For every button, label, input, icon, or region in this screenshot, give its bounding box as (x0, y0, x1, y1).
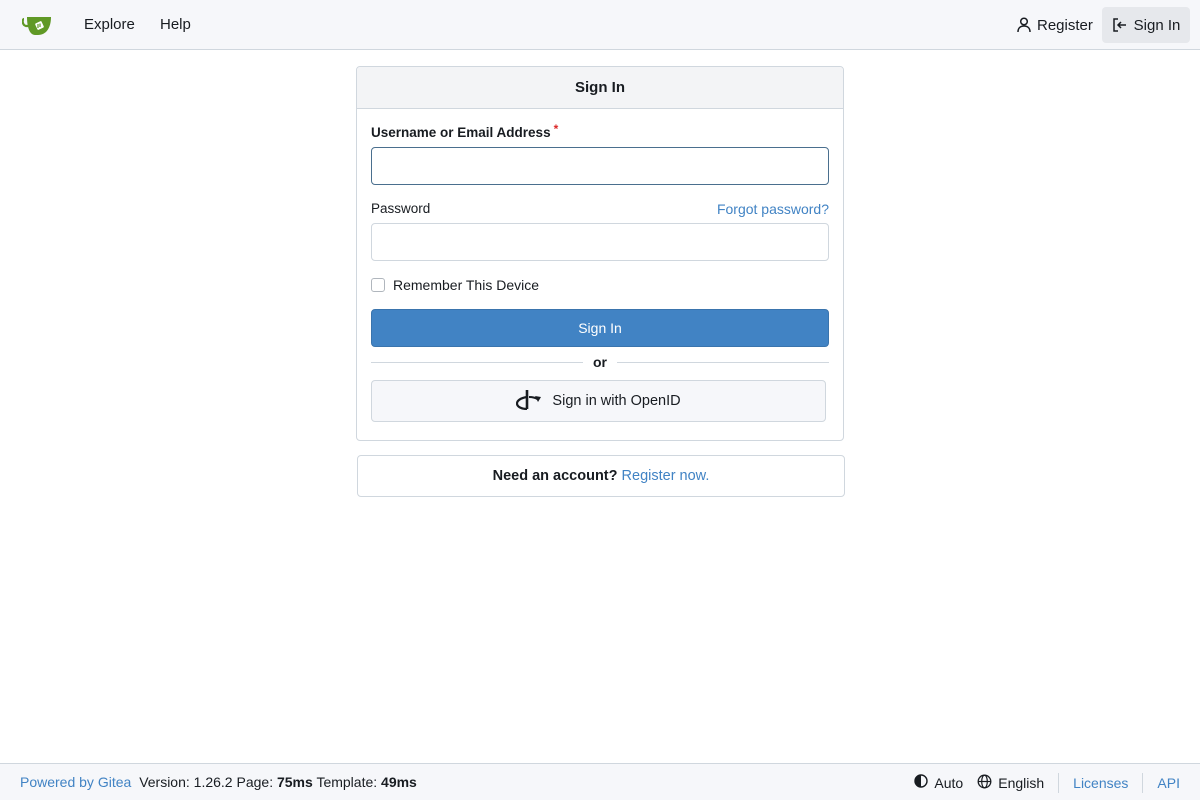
gitea-logo-icon[interactable] (21, 13, 54, 37)
remember-device-checkbox[interactable] (371, 278, 385, 292)
sign-in-icon (1112, 17, 1128, 33)
nav-explore-link[interactable]: Explore (84, 0, 135, 49)
remember-device-option[interactable]: Remember This Device (371, 277, 539, 293)
or-divider: or (371, 353, 829, 371)
username-label-text: Username or Email Address (371, 125, 551, 140)
username-input[interactable] (371, 147, 829, 185)
footer-links: Auto English Licenses API (914, 764, 1180, 801)
register-card: Need an account? Register now. (357, 455, 845, 497)
sign-in-card-title: Sign In (357, 67, 843, 109)
person-icon (1017, 17, 1031, 33)
page-time-value: 75ms (276, 774, 313, 790)
openid-sign-in-button[interactable]: Sign in with OpenID (371, 380, 826, 422)
template-time-value: 49ms (381, 774, 417, 790)
need-account-text: Need an account? (492, 468, 618, 484)
template-time-label: Template: (316, 774, 378, 790)
username-label: Username or Email Address * (371, 122, 559, 140)
top-navbar: Explore Help Register Sign In (0, 0, 1200, 50)
password-label: Password (371, 201, 431, 216)
language-selector[interactable]: English (977, 774, 1044, 792)
version-label: Version: (139, 774, 190, 790)
password-input[interactable] (371, 223, 829, 261)
remember-device-label: Remember This Device (393, 277, 540, 293)
theme-label: Auto (934, 774, 964, 791)
powered-by-gitea-link[interactable]: Powered by Gitea (20, 774, 131, 790)
theme-half-circle-icon (914, 774, 929, 791)
footer-info: Powered by Gitea Version: 1.26.2 Page: 7… (20, 764, 417, 801)
theme-selector[interactable]: Auto (914, 774, 963, 791)
nav-register-button[interactable]: Register (1009, 7, 1101, 43)
page-time-label: Page: (236, 774, 274, 790)
language-label: English (998, 774, 1045, 791)
openid-button-label: Sign in with OpenID (552, 393, 681, 409)
version-value: 1.26.2 (193, 774, 233, 790)
sign-in-submit-button[interactable]: Sign In (371, 309, 829, 347)
sign-in-card: Sign In Username or Email Address * Passw… (356, 66, 844, 441)
forgot-password-link[interactable]: Forgot password? (717, 201, 829, 217)
nav-sign-in-button[interactable]: Sign In (1102, 7, 1190, 43)
globe-icon (977, 774, 992, 792)
required-mark: * (553, 122, 559, 136)
nav-sign-in-label: Sign In (1133, 16, 1181, 34)
divider-text: or (593, 354, 607, 370)
nav-register-label: Register (1037, 16, 1093, 34)
page-footer: Powered by Gitea Version: 1.26.2 Page: 7… (0, 763, 1200, 800)
nav-help-link[interactable]: Help (160, 0, 191, 49)
register-now-link[interactable]: Register now. (622, 468, 710, 484)
openid-icon (516, 388, 542, 414)
api-link[interactable]: API (1143, 775, 1180, 791)
licenses-link[interactable]: Licenses (1059, 775, 1142, 791)
